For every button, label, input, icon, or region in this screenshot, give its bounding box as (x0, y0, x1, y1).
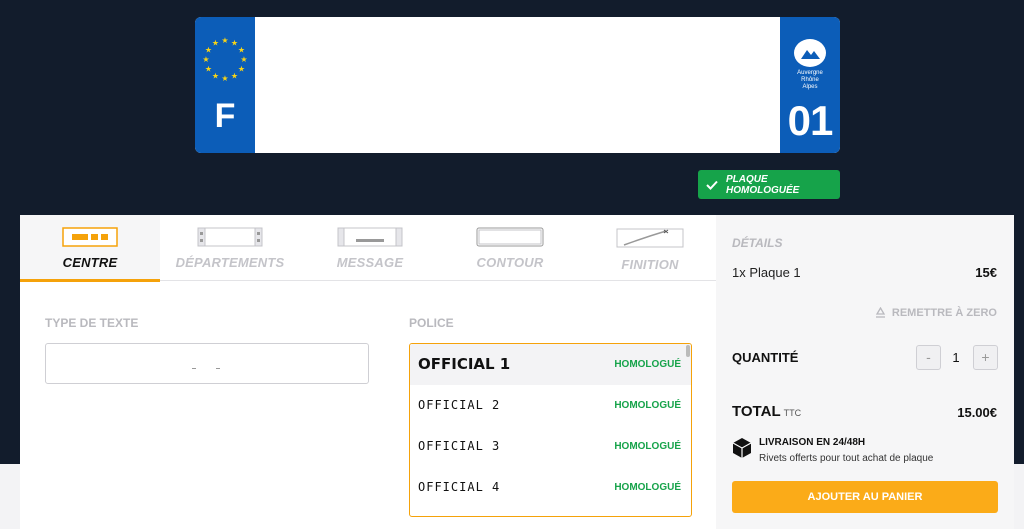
tab-finition[interactable]: FINITION (580, 215, 720, 281)
total-label: TOTAL TTC (732, 403, 802, 420)
line-item-price: 15€ (975, 265, 997, 280)
eu-stars-icon: ★ ★★★★★★★★★★★ (202, 36, 247, 83)
eu-star: ★ (238, 65, 245, 74)
text-type-label: TYPE DE TEXTE (45, 316, 139, 330)
eu-star: ★ (221, 74, 228, 83)
reset-button[interactable]: REMETTRE À ZERO (874, 307, 997, 319)
total-value: 15.00€ (957, 405, 997, 420)
font-list-scrollbar[interactable] (686, 345, 690, 357)
plate-country-letter: F (214, 97, 236, 135)
message-icon (337, 227, 403, 247)
quantity-value: 1 (952, 350, 960, 365)
plate-euro-band: ★ ★ ★ ★ ★ ★ ★ ★ ★ ★ ★ ★ F (195, 17, 255, 153)
region-logo-icon (794, 39, 826, 67)
department-band-icon (197, 227, 263, 247)
customizer-tabs: CENTRE DÉPARTEMENTS MESSAGE CONTOUR FINI… (20, 215, 716, 282)
region-name: Auvergne Rhône Alpes (797, 70, 823, 90)
font-option[interactable]: OFFICIAL 4 HOMOLOGUÉ (410, 467, 691, 508)
recycle-icon (875, 307, 886, 318)
outline-icon (476, 227, 544, 247)
package-icon (732, 438, 752, 458)
eu-star: ★ (238, 46, 245, 55)
quantity-decrease-button[interactable]: - (916, 345, 941, 370)
license-plate-preview: ★ ★ ★ ★ ★ ★ ★ ★ ★ ★ ★ ★ F Auvergne Rhône Alpes 01 (195, 17, 840, 153)
approved-plate-badge: PLAQUE HOMOLOGUÉE (698, 170, 840, 199)
plate-department-number: 01 (787, 97, 834, 144)
eu-star: ★ (231, 72, 238, 81)
font-label: POLICE (409, 316, 454, 330)
font-option[interactable]: OFFICIAL 1 HOMOLOGUÉ (410, 344, 691, 385)
font-select-list[interactable]: OFFICIAL 1 HOMOLOGUÉ OFFICIAL 2 HOMOLOGU… (409, 343, 692, 517)
eu-star: ★ (212, 72, 219, 81)
plate-region-band: Auvergne Rhône Alpes 01 (780, 17, 840, 153)
details-heading: DÉTAILS (732, 236, 783, 250)
font-option[interactable]: OFFICIAL 3 HOMOLOGUÉ (410, 426, 691, 467)
line-item: 1x Plaque 1 (732, 265, 801, 280)
tab-contour[interactable]: CONTOUR (440, 215, 580, 281)
eu-star: ★ (205, 65, 212, 74)
eu-star: ★ (221, 36, 228, 45)
order-summary-panel: DÉTAILS 1x Plaque 1 15€ REMETTRE À ZERO … (716, 215, 1014, 529)
delivery-subtitle: Rivets offerts pour tout achat de plaque (759, 453, 934, 464)
tab-centre[interactable]: CENTRE (20, 215, 160, 282)
eu-star: ★ (240, 55, 247, 64)
check-icon (706, 180, 718, 190)
badge-label: PLAQUE HOMOLOGUÉE (726, 173, 800, 196)
center-text-icon (62, 227, 118, 247)
tab-message[interactable]: MESSAGE (300, 215, 440, 281)
finish-icon (616, 228, 684, 248)
customizer-panel: CENTRE DÉPARTEMENTS MESSAGE CONTOUR FINI… (20, 215, 716, 529)
font-option[interactable]: OFFICIAL 2 HOMOLOGUÉ (410, 385, 691, 426)
eu-star: ★ (202, 55, 209, 64)
quantity-label: QUANTITÉ (732, 350, 799, 365)
add-to-cart-button[interactable]: AJOUTER AU PANIER (732, 481, 998, 513)
text-type-input[interactable] (45, 343, 369, 384)
quantity-increase-button[interactable]: + (973, 345, 998, 370)
tab-departements[interactable]: DÉPARTEMENTS (160, 215, 300, 281)
delivery-title: LIVRAISON EN 24/48H (759, 437, 866, 448)
eu-star: ★ (212, 39, 219, 48)
